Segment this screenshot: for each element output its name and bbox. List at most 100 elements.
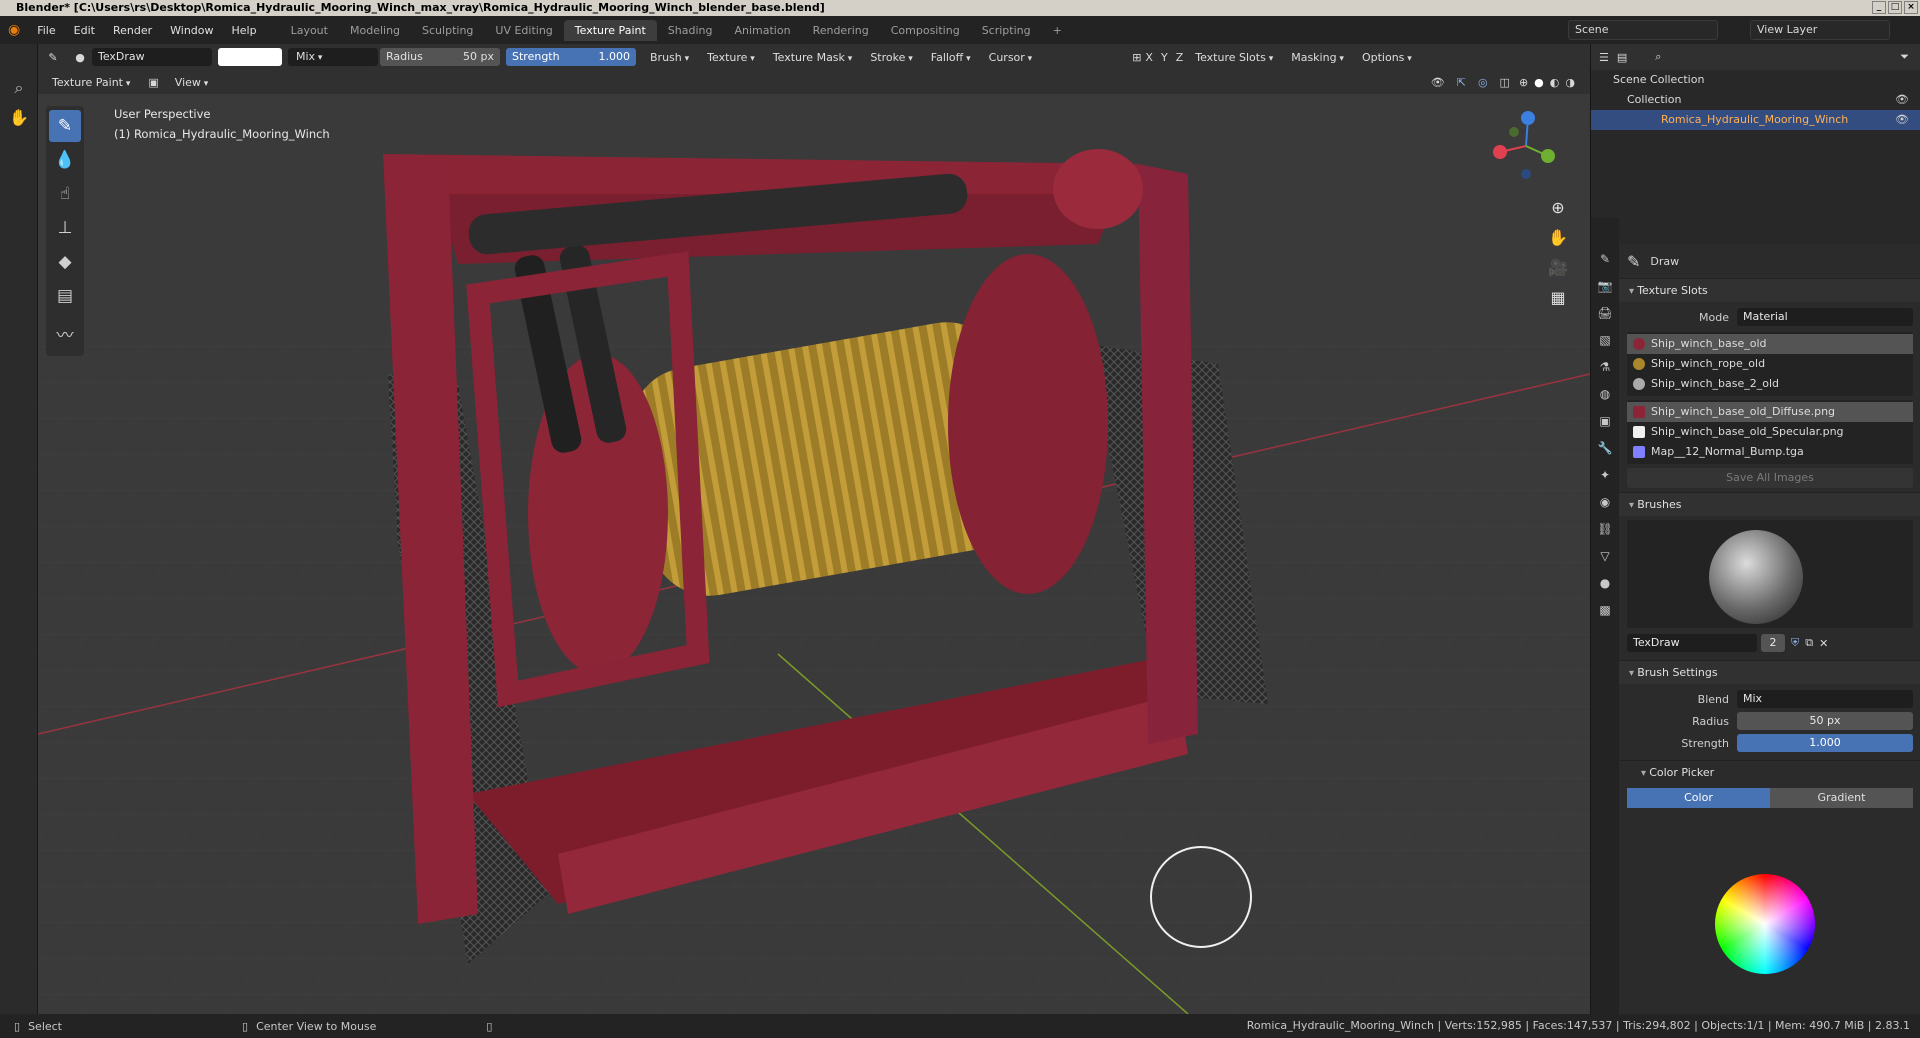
- save-all-images-button[interactable]: Save All Images: [1627, 468, 1913, 488]
- tab-uv-editing[interactable]: UV Editing: [484, 20, 563, 41]
- tab-modeling[interactable]: Modeling: [339, 20, 411, 41]
- texture-dropdown[interactable]: Texture: [699, 51, 763, 64]
- axis-x-toggle[interactable]: X: [1141, 51, 1157, 64]
- texture-slots-panel-header[interactable]: Texture Slots: [1619, 278, 1920, 302]
- add-workspace-icon[interactable]: +: [1042, 20, 1073, 41]
- tab-texture-paint[interactable]: Texture Paint: [563, 19, 657, 41]
- data-tab-icon[interactable]: ▽: [1594, 545, 1616, 567]
- symmetry-icon[interactable]: ⊞: [1132, 51, 1141, 64]
- rendered-shading-icon[interactable]: ◑: [1562, 76, 1578, 89]
- menu-file[interactable]: File: [28, 24, 64, 37]
- tool-props-tab-icon[interactable]: ✎: [1594, 248, 1616, 270]
- gizmo-y-axis[interactable]: [1541, 149, 1555, 163]
- blender-logo-icon[interactable]: ◉: [0, 22, 28, 38]
- tab-shading[interactable]: Shading: [657, 20, 724, 41]
- physics-tab-icon[interactable]: ◉: [1594, 491, 1616, 513]
- axis-z-toggle[interactable]: Z: [1172, 51, 1188, 64]
- list-item[interactable]: Map__12_Normal_Bump.tga: [1627, 442, 1913, 462]
- viewport-scene[interactable]: [38, 94, 1590, 1014]
- gizmo-icon[interactable]: ⇱: [1451, 76, 1472, 89]
- menu-help[interactable]: Help: [223, 24, 266, 37]
- tab-animation[interactable]: Animation: [723, 20, 801, 41]
- menu-window[interactable]: Window: [161, 24, 222, 37]
- radius-field[interactable]: Radius 50 px: [380, 48, 500, 66]
- brush-preview[interactable]: [1627, 520, 1913, 628]
- menu-render[interactable]: Render: [104, 24, 161, 37]
- mode-dropdown[interactable]: Texture Paint: [44, 76, 138, 89]
- view-layer-tab-icon[interactable]: ▧: [1594, 329, 1616, 351]
- list-item[interactable]: Ship_winch_base_2_old: [1627, 374, 1913, 394]
- material-tab-icon[interactable]: ●: [1594, 572, 1616, 594]
- overlay-icon[interactable]: ◎: [1472, 76, 1494, 89]
- brush-name-field[interactable]: TexDraw: [92, 48, 212, 66]
- gizmo-x-axis[interactable]: [1493, 145, 1507, 159]
- radius-settings-field[interactable]: 50 px: [1737, 712, 1913, 730]
- gizmo-neg-y-axis[interactable]: [1509, 127, 1519, 137]
- modifier-props-tab-icon[interactable]: 🔧: [1594, 437, 1616, 459]
- unlink-brush-icon[interactable]: ✕: [1819, 637, 1828, 650]
- tool-icon[interactable]: ✎: [38, 51, 68, 64]
- draw-tool-icon[interactable]: ✎: [49, 110, 81, 142]
- color-picker-header[interactable]: Color Picker: [1619, 760, 1920, 784]
- list-item[interactable]: Ship_winch_base_old: [1627, 334, 1913, 354]
- zoom-icon[interactable]: ⌕: [7, 76, 31, 100]
- 3d-viewport[interactable]: ✎ 💧 ☝ ⊥ ◆ ▤ 〰 User Perspective (1) Romic…: [38, 94, 1590, 1014]
- outliner-filter-icon[interactable]: ⏷: [1900, 50, 1909, 64]
- strength-field[interactable]: Strength 1.000: [506, 48, 636, 66]
- brush-users-count[interactable]: 2: [1761, 634, 1785, 652]
- object-props-tab-icon[interactable]: ▣: [1594, 410, 1616, 432]
- color-wheel[interactable]: [1715, 874, 1815, 974]
- tab-compositing[interactable]: Compositing: [880, 20, 971, 41]
- smear-tool-icon[interactable]: ☝: [49, 178, 81, 210]
- outliner-collection[interactable]: Collection 👁: [1591, 90, 1920, 110]
- render-props-tab-icon[interactable]: 📷: [1594, 275, 1616, 297]
- material-shading-icon[interactable]: ◐: [1547, 76, 1563, 89]
- gizmo-z-axis[interactable]: [1521, 111, 1535, 125]
- duplicate-brush-icon[interactable]: ⧉: [1805, 636, 1813, 650]
- blend-dropdown[interactable]: Mix: [288, 48, 378, 66]
- texture-tab-icon[interactable]: ▩: [1594, 599, 1616, 621]
- visibility-icon[interactable]: 👁: [1425, 76, 1451, 89]
- blend-field[interactable]: Mix: [1737, 690, 1913, 708]
- falloff-dropdown[interactable]: Falloff: [923, 51, 979, 64]
- stroke-dropdown[interactable]: Stroke: [862, 51, 920, 64]
- gizmo-neg-z-axis[interactable]: [1521, 169, 1531, 179]
- view-layer-selector[interactable]: View Layer: [1750, 20, 1890, 40]
- gradient-tab[interactable]: Gradient: [1770, 788, 1913, 808]
- tab-sculpting[interactable]: Sculpting: [411, 20, 484, 41]
- constraints-tab-icon[interactable]: ⛓: [1594, 518, 1616, 540]
- minimize-button[interactable]: _: [1872, 1, 1886, 14]
- outliner-type-icon[interactable]: ☰: [1599, 51, 1609, 64]
- mask-tool-icon[interactable]: ▤: [49, 280, 81, 312]
- brush-settings-panel-header[interactable]: Brush Settings: [1619, 660, 1920, 684]
- outliner-display-icon[interactable]: ▤: [1617, 51, 1627, 64]
- brush-dropdown[interactable]: Brush: [642, 51, 697, 64]
- masking-dropdown[interactable]: Masking: [1283, 51, 1352, 64]
- tab-layout[interactable]: Layout: [280, 20, 339, 41]
- list-item[interactable]: Ship_winch_base_old_Specular.png: [1627, 422, 1913, 442]
- brush-datablock-name[interactable]: TexDraw: [1627, 634, 1757, 652]
- maximize-button[interactable]: □: [1888, 1, 1902, 14]
- zoom-view-icon[interactable]: ⊕: [1544, 194, 1572, 222]
- brush-color-swatch[interactable]: [218, 48, 282, 66]
- brushes-panel-header[interactable]: Brushes: [1619, 492, 1920, 516]
- scene-selector[interactable]: Scene: [1568, 20, 1718, 40]
- strength-settings-field[interactable]: 1.000: [1737, 734, 1913, 752]
- view-menu[interactable]: View: [167, 76, 217, 89]
- camera-view-icon[interactable]: 🎥: [1544, 254, 1572, 282]
- tab-scripting[interactable]: Scripting: [971, 20, 1042, 41]
- mode-dropdown-field[interactable]: Material: [1737, 308, 1913, 326]
- solid-shading-icon[interactable]: ●: [1531, 76, 1547, 89]
- list-item[interactable]: Ship_winch_rope_old: [1627, 354, 1913, 374]
- axis-y-toggle[interactable]: Y: [1157, 51, 1172, 64]
- xray-icon[interactable]: ◫: [1494, 76, 1516, 89]
- brush-icon[interactable]: ●: [68, 51, 92, 64]
- particles-tab-icon[interactable]: ✦: [1594, 464, 1616, 486]
- tab-rendering[interactable]: Rendering: [802, 20, 880, 41]
- annotate-tool-icon[interactable]: 〰: [49, 320, 81, 352]
- clone-tool-icon[interactable]: ⊥: [49, 212, 81, 244]
- brush-mask-icon[interactable]: ▣: [140, 76, 166, 89]
- list-item[interactable]: Ship_winch_base_old_Diffuse.png: [1627, 402, 1913, 422]
- wireframe-shading-icon[interactable]: ⊕: [1516, 76, 1531, 89]
- texture-mask-dropdown[interactable]: Texture Mask: [765, 51, 861, 64]
